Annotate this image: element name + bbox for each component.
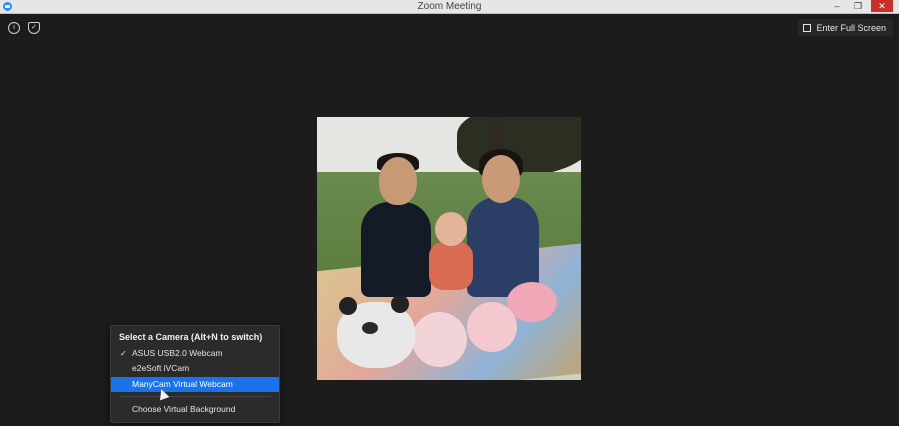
restore-button[interactable]: ❐ (850, 0, 866, 12)
menu-title: Select a Camera (Alt+N to switch) (119, 332, 263, 342)
menu-item-virtual-background[interactable]: Choose Virtual Background (111, 402, 279, 417)
menu-item-label: e2eSoft iVCam (132, 363, 190, 373)
menu-item-asus-webcam[interactable]: ✓ ASUS USB2.0 Webcam (111, 346, 279, 361)
minimize-button[interactable]: – (829, 0, 845, 12)
close-button[interactable]: ✕ (871, 0, 893, 12)
camera-video-preview (317, 117, 581, 380)
menu-item-label: Choose Virtual Background (132, 404, 236, 414)
menu-item-e2esoft-ivcam[interactable]: e2eSoft iVCam (111, 361, 279, 376)
menu-item-label: ASUS USB2.0 Webcam (132, 348, 223, 358)
fullscreen-icon (803, 23, 812, 32)
check-icon: ✓ (120, 349, 127, 358)
select-camera-menu: Select a Camera (Alt+N to switch) ✓ ASUS… (110, 325, 280, 423)
menu-item-label: ManyCam Virtual Webcam (132, 379, 233, 389)
enter-full-screen-button[interactable]: Enter Full Screen (798, 19, 893, 36)
menu-divider (119, 396, 271, 397)
menu-item-manycam-webcam[interactable]: ManyCam Virtual Webcam (111, 377, 279, 392)
window-title: Zoom Meeting (417, 1, 482, 12)
info-icon[interactable]: i (8, 22, 20, 34)
title-bar: Zoom Meeting – ❐ ✕ (0, 0, 899, 14)
shield-icon[interactable]: ✓ (28, 22, 40, 34)
fullscreen-label: Enter Full Screen (816, 22, 886, 33)
